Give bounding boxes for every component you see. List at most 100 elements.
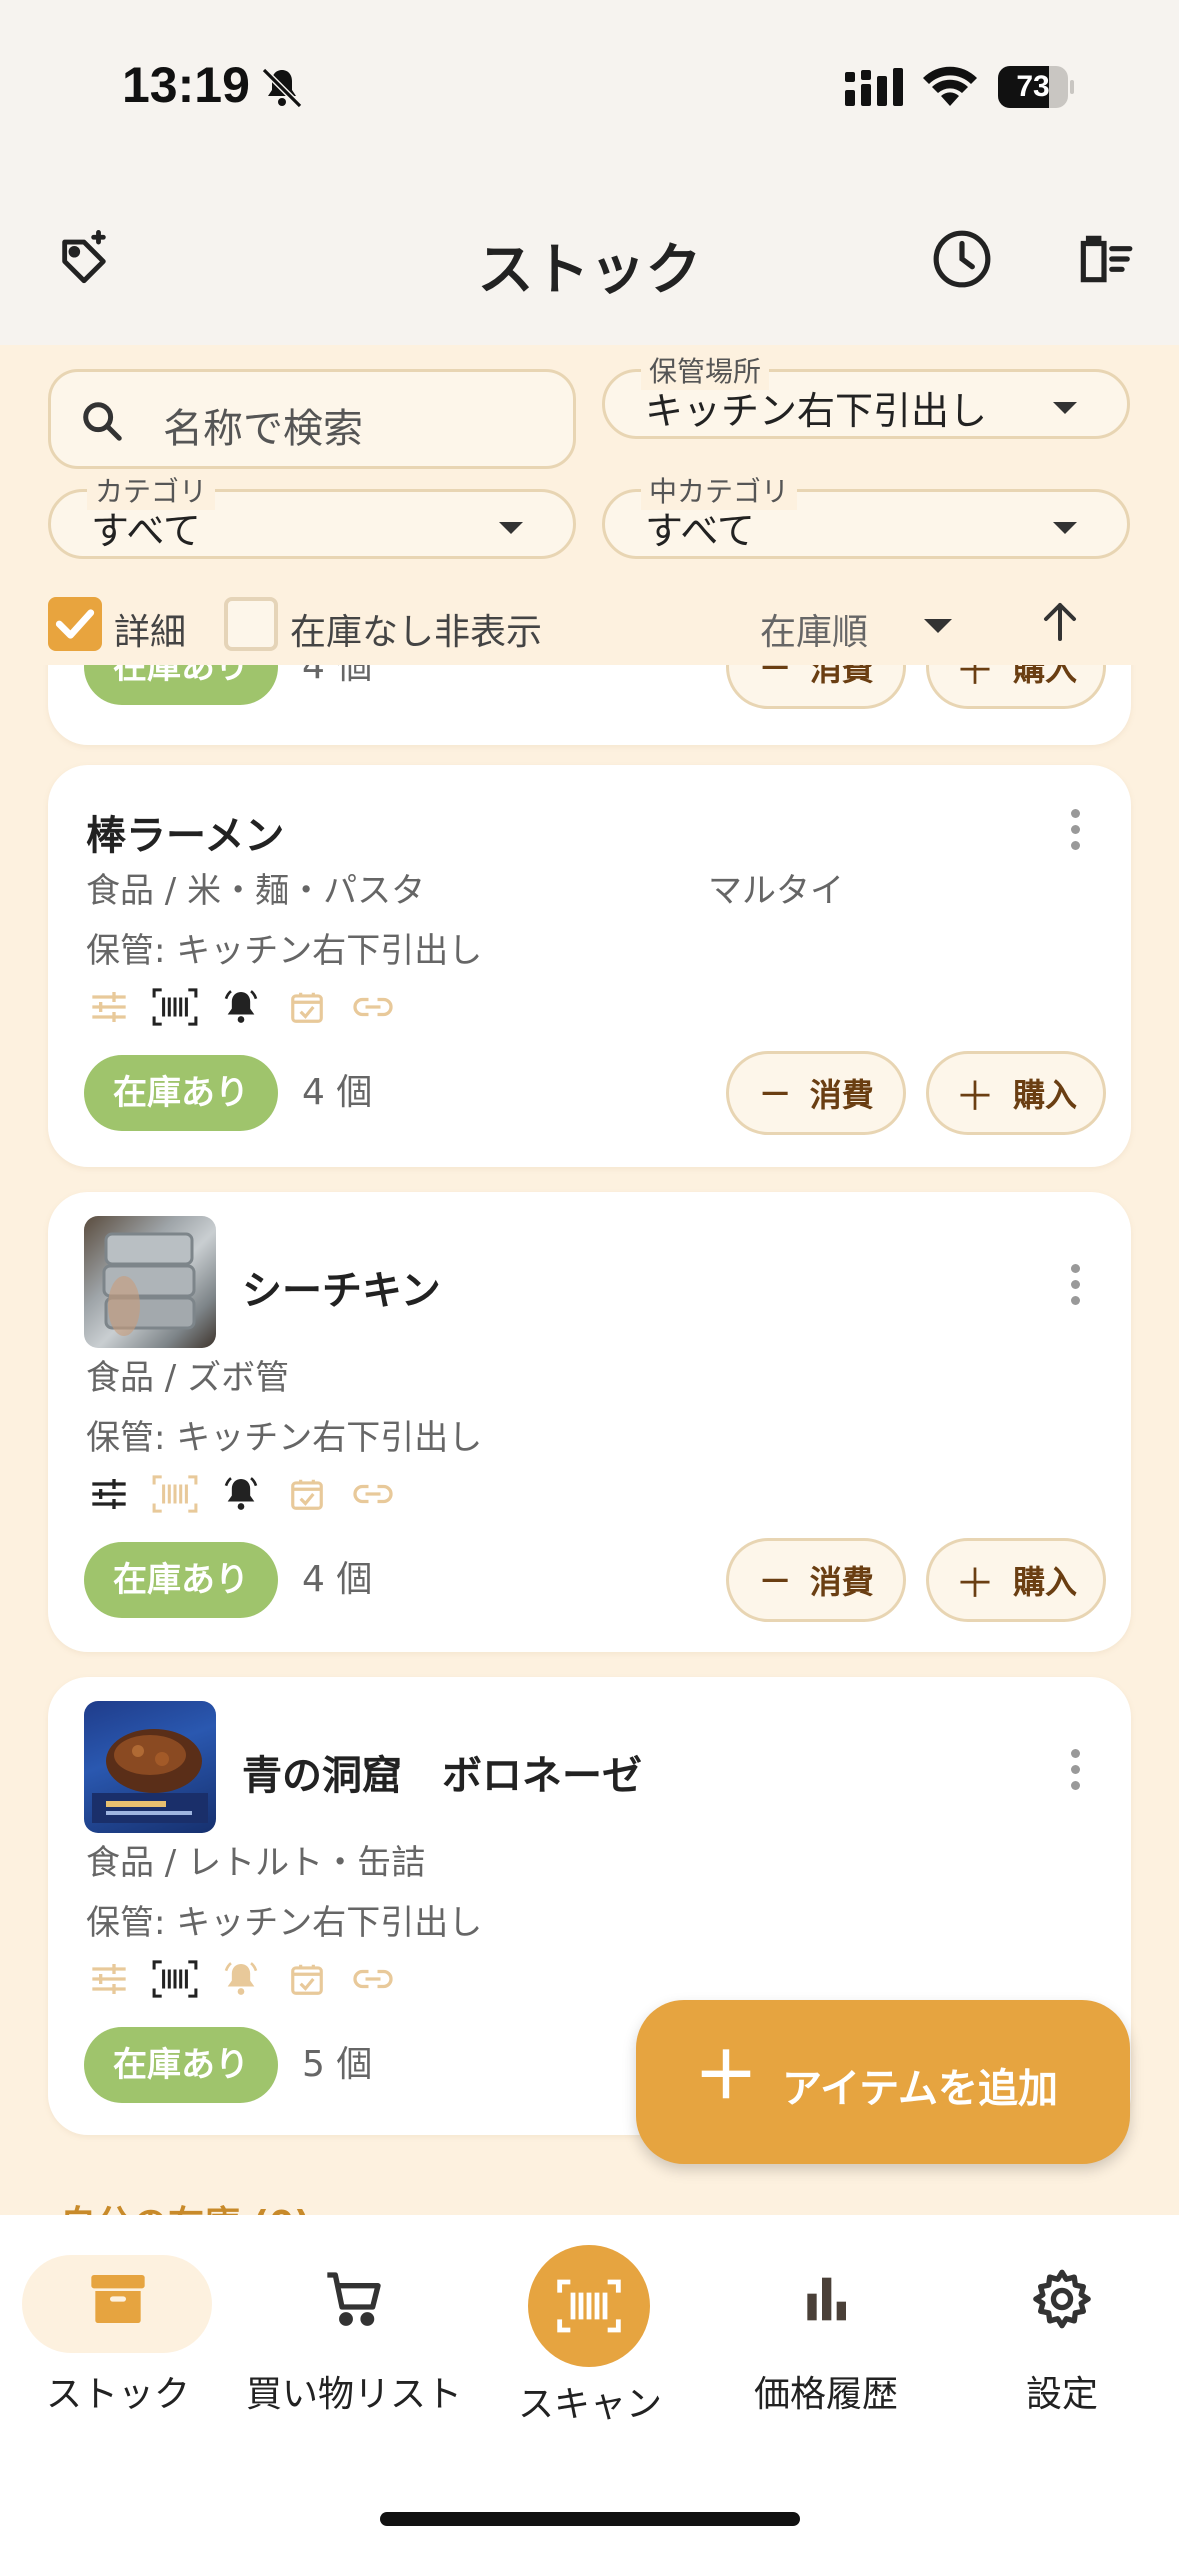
subcategory-select[interactable]: 中カテゴリ すべて	[602, 470, 1130, 559]
category-value: すべて	[91, 509, 201, 553]
calendar-check-icon	[282, 1472, 332, 1516]
item-name: シーチキン	[242, 1268, 441, 1314]
item-photo	[84, 1701, 216, 1833]
search-input[interactable]: 名称で検索	[48, 369, 576, 469]
list-item[interactable]: 棒ラーメン 食品 / 米・麺・パスタ マルタイ 保管: キッチン右下引出し 在庫…	[48, 765, 1131, 1167]
app-bar: ストック	[0, 175, 1179, 345]
nav-shopping-list[interactable]: 買い物リスト	[236, 2215, 472, 2435]
wifi-icon	[922, 64, 978, 112]
section-header[interactable]: 自分の在庫 (0)	[60, 2195, 311, 2215]
link-icon	[348, 1472, 398, 1516]
stock-list: 在庫あり 4 個 − 消費 ＋購入 棒ラーメン 食品 / 米・麺・パスタ マルタイ…	[0, 665, 1179, 2215]
barcode-icon	[150, 1472, 200, 1516]
barcode-icon	[150, 1957, 200, 2001]
status-badge: 在庫あり	[84, 1055, 278, 1131]
battery-percent: 73	[1016, 70, 1050, 103]
settings-sliders-icon	[84, 985, 134, 1029]
category-select[interactable]: カテゴリ すべて	[48, 470, 576, 559]
cart-icon	[236, 2267, 472, 2331]
search-placeholder: 名称で検索	[163, 406, 363, 452]
archive-box-icon	[0, 2267, 236, 2331]
buy-button[interactable]: ＋購入	[926, 665, 1106, 709]
alert-bell-icon	[216, 1957, 266, 2001]
nav-label: 買い物リスト	[245, 2374, 462, 2415]
status-badge: 在庫あり	[84, 2027, 278, 2103]
nav-label: 価格履歴	[753, 2374, 898, 2415]
detail-checkbox[interactable]	[48, 597, 102, 651]
settings-sliders-icon	[84, 1957, 134, 2001]
link-icon	[348, 1957, 398, 2001]
item-brand: マルタイ	[708, 871, 844, 911]
filter-panel: 名称で検索 保管場所 キッチン右下引出し カテゴリ すべて 中カテゴリ すべて …	[0, 345, 1179, 665]
item-category: 食品 / ズボ管	[86, 1358, 290, 1398]
item-location: 保管: キッチン右下引出し	[86, 1903, 483, 1943]
alert-bell-icon	[216, 985, 266, 1029]
sort-direction-icon[interactable]	[1036, 597, 1084, 649]
more-menu-icon[interactable]	[1071, 809, 1081, 857]
nav-label: スキャン	[517, 2384, 662, 2425]
detail-label: 詳細	[114, 612, 187, 653]
add-item-label: アイテムを追加	[782, 2066, 1058, 2112]
gear-icon	[944, 2267, 1179, 2331]
location-value: キッチン右下引出し	[645, 389, 988, 433]
consume-button[interactable]: − 消費	[726, 1051, 906, 1135]
item-name: 青の洞窟 ボロネーゼ	[242, 1753, 642, 1799]
list-item[interactable]: 在庫あり 4 個 − 消費 ＋購入	[48, 665, 1131, 745]
item-name: 棒ラーメン	[86, 813, 285, 859]
search-icon	[79, 398, 125, 448]
item-location: 保管: キッチン右下引出し	[86, 931, 483, 971]
chevron-down-icon	[1053, 402, 1077, 414]
calendar-check-icon	[282, 1957, 332, 2001]
location-select[interactable]: 保管場所 キッチン右下引出し	[602, 350, 1130, 439]
item-photo	[84, 1216, 216, 1348]
hide-out-of-stock-label: 在庫なし非表示	[290, 612, 543, 653]
feature-icons	[84, 1472, 398, 1516]
home-indicator[interactable]	[380, 2512, 800, 2526]
status-badge: 在庫あり	[84, 665, 278, 705]
quantity: 5 個	[302, 2044, 373, 2085]
item-category: 食品 / レトルト・缶詰	[86, 1843, 426, 1883]
cellular-signal-icon	[845, 68, 907, 112]
add-item-button[interactable]: ＋ アイテムを追加	[636, 2000, 1130, 2164]
page-title: ストック	[477, 238, 702, 303]
barcode-scan-icon	[528, 2245, 650, 2367]
nav-price-history[interactable]: 価格履歴	[708, 2215, 944, 2435]
nav-stock[interactable]: ストック	[0, 2215, 236, 2435]
bottom-navigation: ストック 買い物リスト スキャン 価格履歴 設定	[0, 2215, 1179, 2556]
plus-icon: ＋	[694, 2040, 758, 2114]
link-icon	[348, 985, 398, 1029]
bell-off-icon	[258, 64, 306, 116]
list-item[interactable]: シーチキン 食品 / ズボ管 保管: キッチン右下引出し 在庫あり 4 個 − 消…	[48, 1192, 1131, 1652]
barcode-icon	[150, 985, 200, 1029]
status-bar: 13:19 73	[0, 0, 1179, 175]
hide-out-of-stock-checkbox[interactable]	[224, 597, 278, 651]
sort-select[interactable]: 在庫順	[760, 603, 868, 655]
nav-label: ストック	[45, 2374, 190, 2415]
nav-label: 設定	[1025, 2374, 1098, 2415]
buy-button[interactable]: ＋購入	[926, 1538, 1106, 1622]
clock-icon[interactable]	[926, 223, 998, 295]
consume-button[interactable]: − 消費	[726, 1538, 906, 1622]
calendar-check-icon	[282, 985, 332, 1029]
battery-indicator: 73	[998, 66, 1074, 108]
buy-button[interactable]: ＋購入	[926, 1051, 1106, 1135]
trash-list-icon[interactable]	[1068, 223, 1140, 295]
item-location: 保管: キッチン右下引出し	[86, 1418, 483, 1458]
quantity: 4 個	[302, 1559, 373, 1600]
status-badge: 在庫あり	[84, 1542, 278, 1618]
feature-icons	[84, 1957, 398, 2001]
nav-scan[interactable]: スキャン	[472, 2215, 708, 2435]
more-menu-icon[interactable]	[1071, 1264, 1081, 1312]
chevron-down-icon	[924, 619, 952, 633]
nav-settings[interactable]: 設定	[944, 2215, 1179, 2435]
more-menu-icon[interactable]	[1071, 1749, 1081, 1797]
consume-button[interactable]: − 消費	[726, 665, 906, 709]
feature-icons	[84, 985, 398, 1029]
list-options: 詳細 在庫なし非表示 在庫順	[0, 597, 1179, 659]
status-time: 13:19	[122, 57, 250, 113]
chevron-down-icon	[499, 522, 523, 534]
settings-sliders-icon	[84, 1472, 134, 1516]
subcategory-value: すべて	[645, 509, 755, 553]
alert-bell-icon	[216, 1472, 266, 1516]
quantity: 4 個	[302, 1072, 373, 1113]
